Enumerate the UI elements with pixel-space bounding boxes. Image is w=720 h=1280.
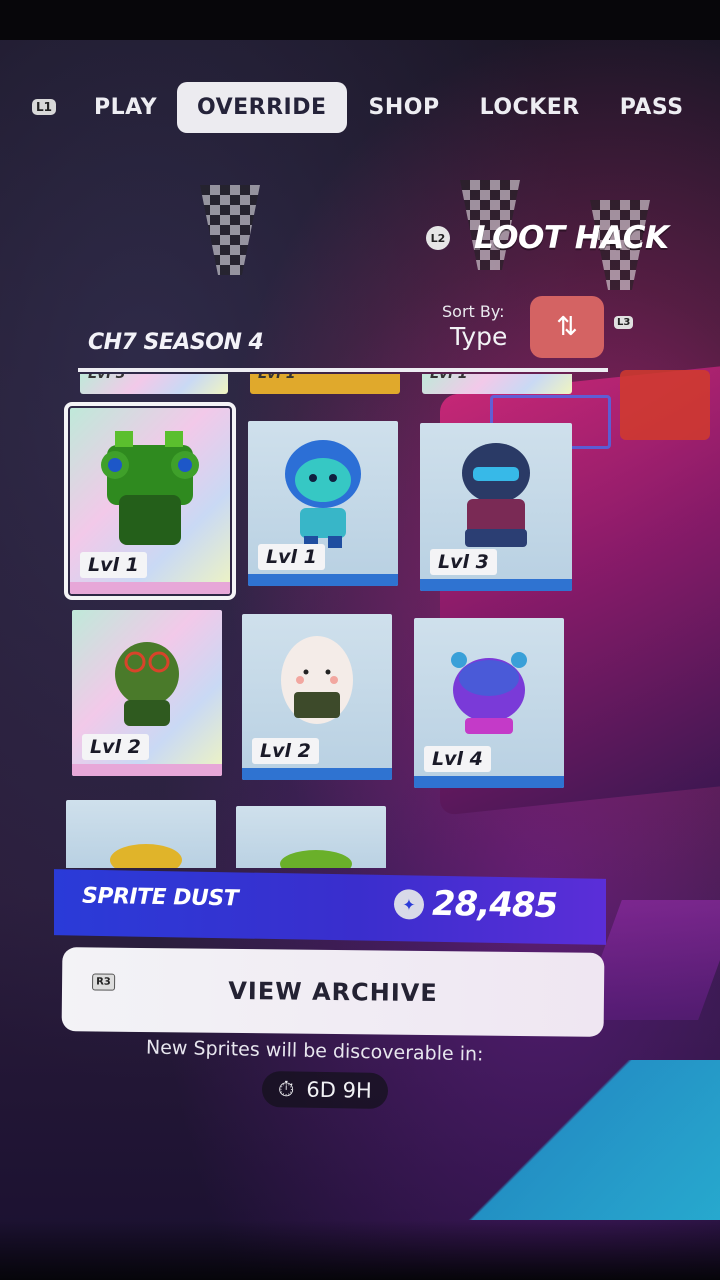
tab-locker[interactable]: LOCKER [480, 95, 580, 120]
rarity-stripe [248, 574, 398, 586]
sprite-dust-bar: SPRITE DUST ✦ 28,485 [54, 869, 606, 945]
sort-by-label: Sort By: [442, 302, 505, 321]
tab-pass[interactable]: PASS [620, 95, 684, 120]
blue-robot-sprite [285, 439, 361, 548]
loot-hack-title[interactable]: LOOT HACK [474, 220, 669, 256]
sprite-tile[interactable]: Lvl 2 [72, 610, 222, 776]
sprite-tile[interactable]: Lvl 4 [414, 618, 564, 788]
timer-value: 6D 9H [306, 1077, 372, 1103]
sprite-tile[interactable] [66, 800, 216, 868]
l2-button-hint: L2 [426, 226, 450, 250]
l1-button-hint: L1 [32, 99, 56, 115]
loot-hack-header: L2 LOOT HACK [426, 220, 669, 256]
level-badge: Lvl 2 [82, 734, 149, 760]
goggles-frog-sprite [115, 642, 179, 727]
sprite-tile[interactable] [236, 806, 386, 868]
grid-divider [78, 368, 608, 372]
sort-value: Type [450, 322, 508, 351]
sprite-tile[interactable]: Lvl 1 [64, 402, 236, 600]
rarity-stripe [242, 768, 392, 780]
season-title: CH7 SEASON 4 [88, 330, 264, 355]
level-badge: Lvl 1 [80, 552, 147, 578]
green-sprite [280, 850, 352, 868]
rarity-stripe [70, 582, 230, 594]
level-badge: Lvl 2 [252, 738, 319, 764]
tab-play[interactable]: PLAY [94, 95, 157, 120]
view-archive-label: VIEW ARCHIVE [228, 976, 438, 1008]
bottom-edge [0, 1220, 720, 1280]
checker-flag-left [200, 185, 260, 275]
l3-button-hint: L3 [614, 316, 634, 329]
rice-ball-sprite [281, 636, 353, 725]
sprite-grid: Lvl 3 Lvl 1 Lvl 1 Lvl 1 Lvl 1 Lvl 3 Lvl … [60, 368, 608, 868]
countdown-timer: ⏱ 6D 9H [261, 1070, 389, 1110]
sprite-tile[interactable]: Lvl 2 [242, 614, 392, 780]
tab-override[interactable]: OVERRIDE [177, 81, 347, 133]
top-nav: L1 PLAY OVERRIDE SHOP LOCKER PASS [32, 80, 720, 134]
sprite-dust-label: SPRITE DUST [82, 883, 239, 912]
yellow-sprite [110, 844, 182, 868]
level-badge: Lvl 4 [424, 746, 491, 772]
tab-shop[interactable]: SHOP [369, 95, 440, 120]
stopwatch-icon: ⏱ [277, 1076, 295, 1101]
sprite-dust-value: 28,485 [432, 883, 558, 926]
arcade-sign [620, 370, 710, 440]
rarity-stripe [414, 776, 564, 788]
top-edge [0, 0, 720, 40]
peek-tile[interactable]: Lvl 3 [80, 374, 228, 394]
floor-teal [460, 1060, 720, 1220]
purple-cow-sprite [451, 651, 527, 734]
dust-bag-icon: ✦ [394, 889, 424, 920]
level-badge: Lvl 1 [258, 544, 325, 570]
sprite-tile[interactable]: Lvl 3 [420, 423, 572, 591]
sort-button[interactable]: ⇅ [530, 296, 604, 358]
sort-arrows-icon: ⇅ [556, 312, 578, 342]
peek-tile[interactable]: Lvl 1 [422, 374, 572, 394]
rarity-stripe [420, 579, 572, 591]
armored-knight-sprite [462, 442, 530, 547]
rarity-stripe [72, 764, 222, 776]
peek-tile[interactable]: Lvl 1 [250, 374, 400, 394]
sprite-tile[interactable]: Lvl 1 [248, 421, 398, 586]
view-archive-button[interactable]: R3 VIEW ARCHIVE [61, 947, 605, 1037]
level-badge: Lvl 3 [430, 549, 497, 575]
green-frog-sprite [101, 430, 199, 545]
